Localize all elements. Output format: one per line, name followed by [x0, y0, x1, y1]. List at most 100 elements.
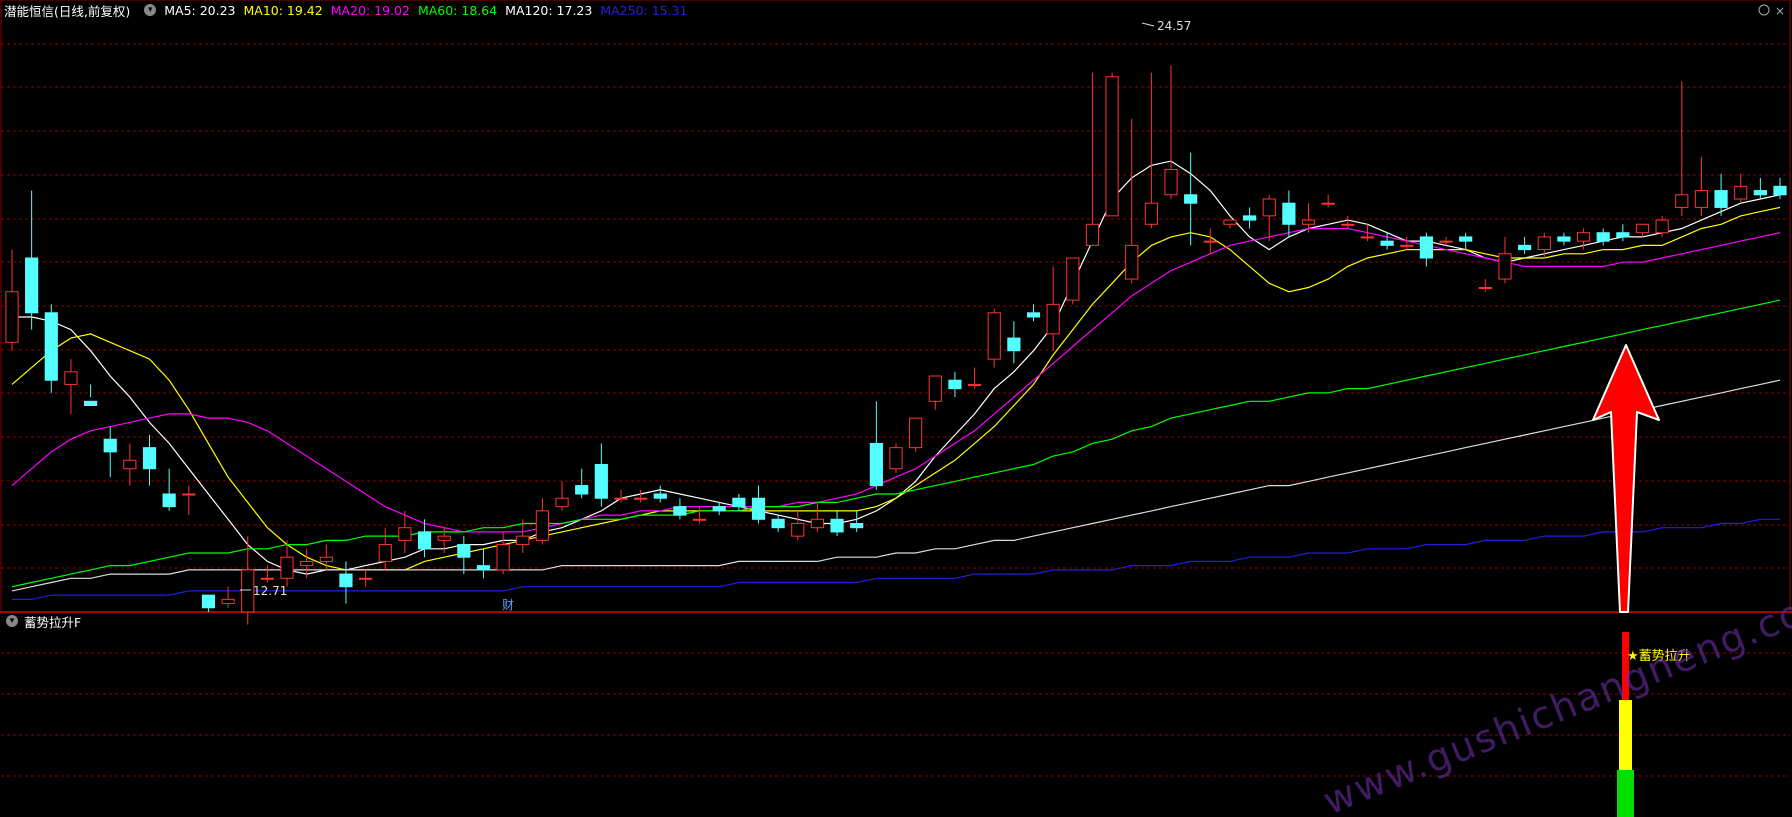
collapse-icon[interactable]	[1758, 4, 1770, 16]
candle-body	[1734, 185, 1748, 200]
candle-body	[1243, 215, 1257, 221]
candle-body	[64, 371, 78, 385]
candle-body	[417, 531, 432, 550]
candle-body	[1203, 240, 1217, 243]
candle-body	[398, 527, 412, 541]
candle-body	[673, 506, 687, 516]
candle-body	[1557, 236, 1571, 242]
candle-body	[1144, 202, 1158, 225]
candle-body	[182, 493, 196, 496]
candle-body	[1773, 185, 1787, 196]
candle-body	[1537, 236, 1551, 251]
candle-body	[260, 577, 274, 580]
candle-body	[359, 577, 373, 580]
candle-body	[1400, 244, 1414, 247]
finance-marker: 财	[502, 598, 514, 612]
candle-body	[1007, 337, 1021, 352]
candle-body	[1616, 232, 1630, 238]
candle-body	[751, 497, 766, 520]
candle-body	[142, 447, 157, 470]
grid	[1, 43, 1790, 777]
candle-body	[1026, 312, 1041, 318]
candle-body	[5, 291, 19, 343]
candle-body	[1576, 232, 1591, 242]
candle-body	[1184, 194, 1198, 204]
candle-body	[123, 459, 137, 470]
candle-body	[732, 497, 746, 508]
moving-averages	[11, 160, 1781, 601]
candle-body	[1655, 219, 1669, 234]
candle-body	[889, 447, 903, 470]
candle-body	[1164, 169, 1178, 196]
candle-body	[457, 544, 471, 558]
candle-body	[634, 497, 648, 500]
candle-body	[1223, 219, 1237, 225]
high-pointer	[1141, 22, 1155, 27]
signal-arrow	[1592, 344, 1660, 613]
candle-body	[1105, 76, 1119, 217]
candle-body	[1419, 236, 1433, 259]
candle-body	[241, 569, 255, 613]
candle-body	[614, 497, 628, 500]
candle-body	[1321, 202, 1335, 205]
candle-body	[535, 510, 549, 541]
candle-body	[869, 442, 883, 487]
candle-body	[1046, 303, 1060, 335]
candle-body	[1085, 223, 1100, 246]
signal-bar-yellow	[1619, 700, 1632, 770]
candle-body	[1459, 236, 1473, 242]
ma-line-ma5	[12, 160, 1781, 575]
candle-body	[1675, 194, 1689, 208]
candle-body	[496, 544, 510, 571]
low-price-label: 12.71	[253, 584, 287, 598]
candle-body	[162, 493, 176, 508]
candle-body	[319, 556, 333, 562]
candle-body	[1360, 236, 1375, 239]
candle-body	[1694, 190, 1709, 208]
candle-body	[1380, 240, 1394, 246]
candle-body	[516, 535, 530, 546]
candle-body	[1518, 244, 1532, 251]
candle-body	[692, 518, 707, 521]
candle-body	[1714, 190, 1728, 208]
candle-body	[830, 518, 844, 533]
candle-body	[25, 257, 39, 314]
ma-line-ma120	[11, 379, 1781, 592]
candle-body	[653, 493, 667, 499]
candle-body	[1125, 244, 1139, 280]
candle-body	[1753, 190, 1767, 196]
candle-body	[967, 383, 982, 386]
candle-body	[201, 594, 216, 609]
stock-chart[interactable]: 24.57 12.71 财 ★蓄势拉升 www.gushichangneng.c…	[0, 0, 1792, 817]
close-icon[interactable]: ×	[1775, 4, 1785, 18]
candle-body	[928, 375, 942, 402]
ma-line-ma20	[11, 227, 1781, 533]
ma-line-ma60	[11, 299, 1781, 588]
candle-body	[987, 312, 1001, 360]
high-price-label: 24.57	[1157, 19, 1191, 33]
candle-body	[810, 518, 825, 529]
candle-body	[300, 560, 314, 567]
candle-body	[280, 556, 294, 579]
candle-body	[909, 417, 923, 449]
candle-body	[83, 400, 98, 406]
candle-body	[850, 523, 864, 529]
candle-body	[437, 535, 451, 541]
candle-body	[103, 438, 117, 453]
candle-body	[378, 544, 392, 562]
candle-body	[1301, 219, 1316, 225]
candle-body	[594, 464, 608, 499]
candle-body	[1066, 257, 1080, 301]
candle-body	[791, 523, 805, 537]
candle-body	[1262, 198, 1276, 217]
window-buttons: ×	[1758, 4, 1785, 18]
candle-body	[1635, 223, 1650, 234]
candle-body	[948, 379, 962, 390]
candle-body	[339, 573, 353, 588]
candle-body	[771, 518, 785, 529]
candle-body	[712, 506, 726, 512]
candle-body	[1596, 232, 1610, 242]
candle-body	[1498, 253, 1512, 280]
candle-body	[1439, 240, 1453, 243]
candle-body	[44, 312, 58, 381]
